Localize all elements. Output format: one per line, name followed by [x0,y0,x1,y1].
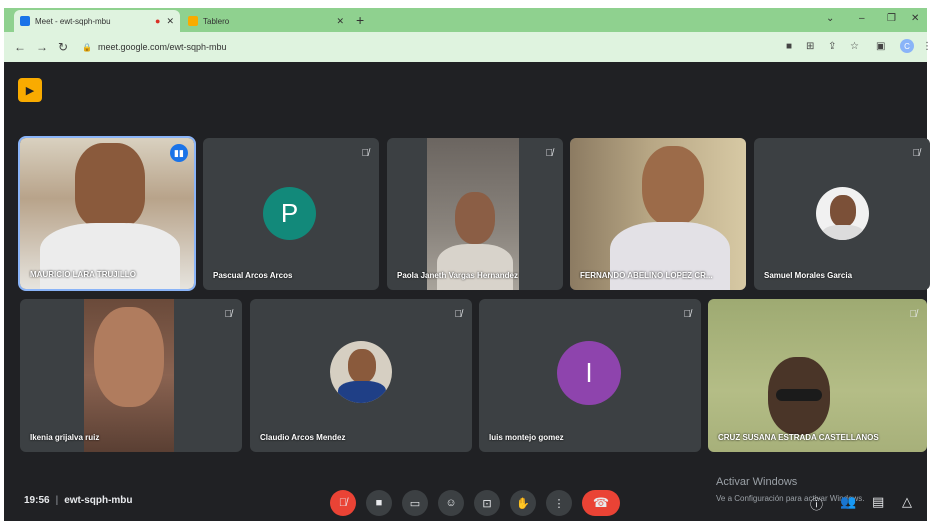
meet-area: ▶ ▮▮ MAURICIO LARA TRUJILLO P 🎙̸ Pascual… [4,62,930,521]
more-options-button[interactable]: ⋮ [546,490,572,516]
participant-face [455,192,495,244]
emoji-button[interactable]: ☺ [438,490,464,516]
recording-dot-icon: ● [155,16,161,26]
speaking-indicator-icon: ▮▮ [170,144,188,162]
mic-off-icon: 🎙̸ [912,148,921,159]
participant-face [75,143,145,228]
close-tab-icon[interactable]: ✕ [166,16,174,27]
mic-off-icon: 🎙̸ [224,309,233,320]
browser-tab-bar: Meet - ewt-sqph-mbu ● ✕ Tablero ✕ + ⌄ – … [4,8,927,32]
separator: | [55,495,59,506]
participant-name: CRUZ SUSANA ESTRADA CASTELLANOS [718,433,879,442]
meeting-code: ewt-sqph-mbu [64,495,133,506]
restore-icon[interactable]: ❐ [887,13,896,24]
forward-icon[interactable]: → [36,40,48,54]
tab-title: Tablero [203,16,230,26]
participant-photo [330,341,392,403]
participant-tile[interactable]: P 🎙̸ Pascual Arcos Arcos [203,138,379,290]
meeting-info-icon[interactable]: ▶ [18,78,42,102]
participant-tile[interactable]: 🎙̸ Samuel Morales Garcia [754,138,930,290]
tab-search-chevron-icon[interactable]: ⌄ [826,13,834,24]
profile-avatar[interactable]: C [900,39,914,53]
participant-name: Ikenia grijalva ruiz [30,433,100,442]
participant-face [642,146,704,226]
participant-name: FERNANDO ABELINO LOPEZ CR... [580,271,713,280]
menu-kebab-icon[interactable]: ⋮ [922,41,931,52]
participant-name: Claudio Arcos Mendez [260,433,346,442]
participant-name: Pascual Arcos Arcos [213,271,293,280]
camera-indicator-icon[interactable]: ■ [786,41,792,52]
raise-hand-button[interactable]: ✋ [510,490,536,516]
participant-tile[interactable]: 🎙̸ Paola Janeth Vargas Hernandez [387,138,563,290]
close-tab-icon[interactable]: ✕ [336,16,344,27]
meeting-details: 19:56 | ewt-sqph-mbu [24,495,133,506]
participant-tile[interactable]: 🎙̸ CRUZ SUSANA ESTRADA CASTELLANOS [708,299,927,452]
participant-shirt [437,244,513,290]
mic-toggle-button[interactable]: 🎙̸ [330,490,356,516]
bookmark-star-icon[interactable]: ☆ [850,41,859,52]
mic-off-icon: 🎙̸ [909,309,918,320]
new-tab-icon[interactable]: + [356,12,364,28]
back-icon[interactable]: ← [14,40,26,54]
participant-tile[interactable]: l 🎙̸ luis montejo gomez [479,299,701,452]
tab-title: Meet - ewt-sqph-mbu [35,16,111,26]
participant-photo [816,187,869,240]
close-window-icon[interactable]: ✕ [911,13,919,24]
present-button[interactable]: ⊡ [474,490,500,516]
participant-shirt [40,223,180,289]
tab-tablero[interactable]: Tablero ✕ [182,10,350,32]
tab-meet[interactable]: Meet - ewt-sqph-mbu ● ✕ [14,10,180,32]
participant-name: Samuel Morales Garcia [764,271,853,280]
minimize-icon[interactable]: – [859,13,865,24]
participant-tile[interactable]: 🎙̸ Claudio Arcos Mendez [250,299,472,452]
url-text: meet.google.com/ewt-sqph-mbu [97,42,227,52]
activities-icon[interactable]: △ [902,494,912,510]
participant-name: Paola Janeth Vargas Hernandez [397,271,518,280]
mic-off-icon: 🎙̸ [683,309,692,320]
meeting-time: 19:56 [24,495,50,506]
participant-name: MAURICIO LARA TRUJILLO [30,270,136,279]
participant-tile[interactable]: 🎙̸ Ikenia grijalva ruiz [20,299,242,452]
participant-tile[interactable]: FERNANDO ABELINO LOPEZ CR... [570,138,746,290]
participant-glasses [776,389,822,401]
participant-face [94,307,164,407]
share-icon[interactable]: ⇪ [828,41,836,52]
participant-avatar: l [557,341,621,405]
browser-toolbar: ← → ↻ 🔒 meet.google.com/ewt-sqph-mbu ■ ⊞… [4,32,931,62]
mic-off-icon: 🎙̸ [454,309,463,320]
info-icon[interactable]: ⓘ [810,494,823,513]
side-panel-icon[interactable]: ▣ [876,41,885,52]
participant-avatar: P [263,187,316,240]
participant-tile[interactable]: ▮▮ MAURICIO LARA TRUJILLO [18,136,196,291]
people-icon[interactable]: 👥 [840,494,856,510]
reload-icon[interactable]: ↻ [58,40,68,54]
meet-favicon-icon [20,16,30,26]
windows-activation-title: Activar Windows [716,476,798,488]
mic-off-icon: 🎙̸ [361,148,370,159]
camera-toggle-button[interactable]: ■ [366,490,392,516]
lock-icon: 🔒 [82,42,92,52]
mic-off-icon: 🎙̸ [545,148,554,159]
translate-icon[interactable]: ⊞ [806,41,814,52]
captions-button[interactable]: ▭ [402,490,428,516]
leave-call-button[interactable]: ☎ [582,490,620,516]
participant-name: luis montejo gomez [489,433,564,442]
address-bar[interactable]: 🔒 meet.google.com/ewt-sqph-mbu [82,36,772,58]
tablero-favicon-icon [188,16,198,26]
chat-icon[interactable]: ▤ [872,494,884,510]
